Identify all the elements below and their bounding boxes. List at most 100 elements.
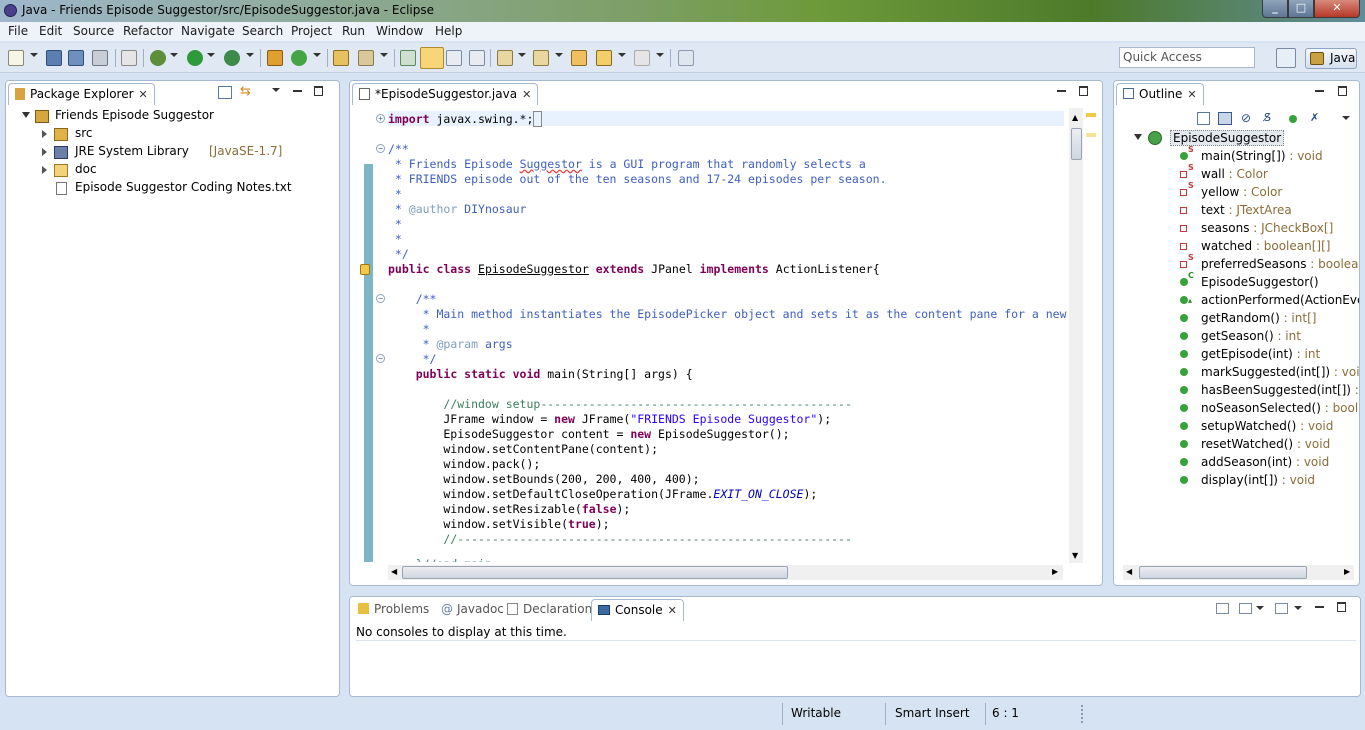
- chevron-down-icon[interactable]: [207, 53, 215, 57]
- scroll-thumb[interactable]: [402, 566, 788, 579]
- link-with-editor-icon[interactable]: ⇆: [240, 85, 256, 99]
- fold-collapse-icon[interactable]: −: [376, 144, 385, 153]
- scroll-down-icon[interactable]: ▼: [1072, 551, 1078, 560]
- minimize-view-icon[interactable]: [1314, 602, 1325, 613]
- last-edit-icon[interactable]: [571, 50, 587, 66]
- java-perspective-button[interactable]: Java: [1305, 48, 1357, 69]
- run-icon[interactable]: [187, 50, 203, 66]
- next-annotation-icon[interactable]: [497, 50, 513, 66]
- tab-episode-suggestor-java[interactable]: *EpisodeSuggestor.java ✕: [352, 83, 539, 105]
- chevron-down-icon[interactable]: [380, 53, 388, 57]
- tab-problems[interactable]: Problems: [352, 599, 435, 621]
- tab-declaration[interactable]: Declaration: [501, 599, 598, 621]
- maximize-view-icon[interactable]: [314, 86, 325, 97]
- expand-icon[interactable]: [1134, 134, 1142, 140]
- close-icon[interactable]: ✕: [1187, 88, 1196, 101]
- hide-local-types-icon[interactable]: ✗: [1310, 112, 1324, 125]
- toggle-annotation-icon[interactable]: [400, 50, 416, 66]
- editor-vertical-scrollbar[interactable]: ▲ ▼: [1069, 108, 1083, 563]
- tab-package-explorer[interactable]: Package Explorer ✕: [8, 83, 155, 105]
- chevron-down-icon[interactable]: [1256, 606, 1264, 610]
- scroll-left-icon[interactable]: ◀: [391, 567, 397, 576]
- chevron-down-icon[interactable]: [170, 53, 178, 57]
- maximize-view-icon[interactable]: [1079, 86, 1090, 97]
- save-all-icon[interactable]: [68, 50, 84, 66]
- overview-warning-marker[interactable]: [1086, 113, 1096, 117]
- chevron-down-icon[interactable]: [618, 53, 626, 57]
- debug-icon[interactable]: [150, 50, 166, 66]
- chevron-down-icon[interactable]: [313, 53, 321, 57]
- collapse-all-icon[interactable]: [218, 86, 232, 99]
- fold-expand-icon[interactable]: +: [376, 114, 385, 123]
- expand-icon[interactable]: [42, 166, 47, 174]
- expand-icon[interactable]: [22, 112, 30, 118]
- menu-window[interactable]: Window: [376, 24, 423, 38]
- view-menu-icon[interactable]: [1342, 116, 1350, 120]
- chevron-down-icon[interactable]: [1294, 606, 1302, 610]
- expand-icon[interactable]: [42, 148, 47, 156]
- block-selection-icon[interactable]: [446, 50, 462, 66]
- editor-horizontal-scrollbar[interactable]: ◀ ▶: [388, 565, 1063, 580]
- mark-occurrences-icon[interactable]: [420, 47, 444, 69]
- open-perspective-icon[interactable]: [1276, 48, 1296, 68]
- close-icon[interactable]: ✕: [139, 88, 148, 101]
- skip-breakpoints-icon[interactable]: [121, 50, 137, 66]
- chevron-down-icon[interactable]: [555, 53, 563, 57]
- tab-javadoc[interactable]: @ Javadoc: [435, 599, 510, 621]
- close-button[interactable]: ✕: [1314, 0, 1360, 18]
- scroll-left-icon[interactable]: ◀: [1126, 567, 1132, 576]
- chevron-down-icon[interactable]: [246, 53, 254, 57]
- previous-annotation-icon[interactable]: [533, 50, 549, 66]
- open-type-icon[interactable]: [333, 50, 349, 66]
- expand-icon[interactable]: [42, 130, 47, 138]
- maximize-view-icon[interactable]: [1338, 86, 1349, 97]
- outline-horizontal-scrollbar[interactable]: ◀ ▶: [1123, 565, 1354, 580]
- menu-project[interactable]: Project: [291, 24, 332, 38]
- menu-navigate[interactable]: Navigate: [181, 24, 235, 38]
- close-icon[interactable]: ✕: [668, 604, 677, 617]
- print-icon[interactable]: [92, 50, 108, 66]
- open-console-icon[interactable]: [1216, 603, 1229, 614]
- menu-refactor[interactable]: Refactor: [123, 24, 173, 38]
- fold-collapse-icon[interactable]: −: [376, 354, 385, 363]
- back-icon[interactable]: [596, 50, 612, 66]
- tab-outline[interactable]: Outline ✕: [1116, 83, 1204, 105]
- maximize-view-icon[interactable]: [1337, 602, 1348, 613]
- collapse-all-icon[interactable]: [1197, 112, 1210, 125]
- menu-file[interactable]: File: [8, 24, 28, 38]
- new-class-icon[interactable]: [291, 50, 307, 66]
- menu-source[interactable]: Source: [73, 24, 114, 38]
- pin-editor-icon[interactable]: [678, 50, 694, 66]
- chevron-down-icon[interactable]: [656, 53, 664, 57]
- new-console-icon[interactable]: [1275, 603, 1288, 614]
- minimize-view-icon[interactable]: [292, 86, 303, 97]
- hide-non-public-icon[interactable]: [1289, 115, 1297, 123]
- show-whitespace-icon[interactable]: [469, 50, 485, 66]
- tab-console[interactable]: Console ✕: [591, 599, 684, 621]
- minimize-view-icon[interactable]: [1056, 86, 1067, 97]
- search-icon[interactable]: [358, 50, 374, 66]
- code-editor[interactable]: + − − − import javax.swing.*; /** * Frie…: [356, 108, 1068, 562]
- view-menu-icon[interactable]: [272, 88, 280, 92]
- status-drag-handle[interactable]: [1081, 705, 1083, 723]
- maximize-button[interactable]: □: [1288, 0, 1314, 18]
- sort-icon[interactable]: [1218, 112, 1232, 125]
- scroll-thumb[interactable]: [1071, 128, 1082, 160]
- chevron-down-icon[interactable]: [518, 53, 526, 57]
- new-icon[interactable]: [8, 50, 24, 66]
- chevron-down-icon[interactable]: [30, 53, 38, 57]
- scroll-right-icon[interactable]: ▶: [1052, 567, 1058, 576]
- fold-collapse-icon[interactable]: −: [376, 294, 385, 303]
- menu-edit[interactable]: Edit: [39, 24, 62, 38]
- minimize-button[interactable]: _: [1262, 0, 1288, 18]
- scroll-right-icon[interactable]: ▶: [1344, 567, 1350, 576]
- save-icon[interactable]: [46, 50, 62, 66]
- overview-occurrence-marker[interactable]: [1086, 133, 1096, 137]
- minimize-view-icon[interactable]: [1314, 86, 1325, 97]
- quick-access-input[interactable]: Quick Access: [1119, 47, 1255, 68]
- scroll-thumb[interactable]: [1139, 566, 1307, 579]
- hide-fields-icon[interactable]: ⊘: [1241, 112, 1255, 125]
- menu-help[interactable]: Help: [435, 24, 462, 38]
- coverage-icon[interactable]: [224, 50, 240, 66]
- hide-static-icon[interactable]: S̸: [1264, 112, 1278, 125]
